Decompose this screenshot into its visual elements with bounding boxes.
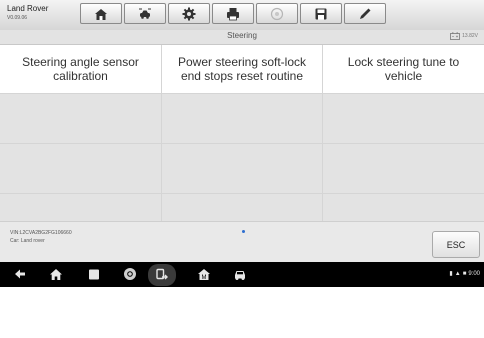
connection-icon <box>156 268 168 280</box>
vehicle-make: Land Rover <box>7 4 49 13</box>
esc-button[interactable]: ESC <box>432 231 480 258</box>
function-soft-lock-reset[interactable]: Power steering soft-lock end stops reset… <box>162 45 323 94</box>
vehicle-info: Land Rover V0.09.06 <box>7 4 48 22</box>
empty-cell <box>162 94 323 144</box>
function-grid: Steering angle sensor calibration Power … <box>0 45 484 221</box>
empty-cell <box>323 94 484 144</box>
empty-cell <box>0 94 162 144</box>
empty-cell <box>323 144 484 194</box>
home-icon <box>95 8 107 20</box>
recent-apps-icon[interactable] <box>86 266 102 282</box>
voltage-indicator: 13.82V <box>450 32 478 40</box>
wifi-icon: ▲ <box>454 270 461 277</box>
vehicle-swap-button[interactable] <box>124 3 166 24</box>
empty-cell <box>323 194 484 221</box>
top-toolbar: Land Rover V0.09.06 <box>0 0 484 31</box>
home-icon[interactable] <box>48 266 64 282</box>
function-lock-steering-tune[interactable]: Lock steering tune to vehicle <box>323 45 484 94</box>
clock: 9:00 <box>468 270 480 277</box>
car-icon[interactable] <box>232 266 248 282</box>
empty-cell <box>162 144 323 194</box>
connection-button[interactable] <box>148 264 176 286</box>
save-icon <box>315 8 327 19</box>
message-icon: ▮ <box>449 271 453 277</box>
edit-icon <box>360 8 371 19</box>
help-icon <box>270 7 284 20</box>
function-label: Power steering soft-lock end stops reset… <box>177 55 307 83</box>
vehicle-swap-icon <box>139 8 151 19</box>
function-label: Lock steering tune to vehicle <box>347 55 460 83</box>
vehicle-details: VIN:L2CVA2BG2FG106660 Car: Land rover <box>10 229 72 245</box>
battery-icon <box>450 32 461 40</box>
print-button[interactable] <box>212 3 254 24</box>
settings-icon <box>182 7 196 20</box>
chrome-icon[interactable] <box>122 266 138 282</box>
vin-text: VIN:L2CVA2BG2FG106660 <box>10 230 72 236</box>
function-steering-angle-calibration[interactable]: Steering angle sensor calibration <box>0 45 162 94</box>
toolbar-buttons <box>80 3 388 26</box>
car-text: Car: Land rover <box>10 238 45 244</box>
function-label: Steering angle sensor calibration <box>22 55 139 83</box>
empty-cell <box>0 144 162 194</box>
software-version: V0.09.06 <box>7 15 28 21</box>
page-indicator-dot <box>242 230 245 233</box>
home-button[interactable] <box>80 3 122 24</box>
battery-status-icon: ■ <box>462 270 467 277</box>
empty-cell <box>0 194 162 221</box>
settings-button[interactable] <box>168 3 210 24</box>
android-nav-bar: M ▮ ▲ ■ 9:00 <box>0 262 484 287</box>
edit-button[interactable] <box>344 3 386 24</box>
empty-cell <box>162 194 323 221</box>
status-tray: ▮ ▲ ■ 9:00 <box>449 270 480 278</box>
footer-bar: VIN:L2CVA2BG2FG106660 Car: Land rover ES… <box>0 221 484 263</box>
page-title: Steering <box>227 31 257 40</box>
svg-text:M: M <box>202 275 207 281</box>
vci-icon[interactable]: M <box>196 266 212 282</box>
voltage-value: 13.82V <box>462 33 478 39</box>
back-icon[interactable] <box>12 266 28 282</box>
diagnostic-app: Land Rover V0.09.06 Steering 13.82V Stee… <box>0 0 484 287</box>
save-button[interactable] <box>300 3 342 24</box>
print-icon <box>227 7 239 20</box>
title-bar: Steering 13.82V <box>0 30 484 45</box>
help-button[interactable] <box>256 3 298 24</box>
